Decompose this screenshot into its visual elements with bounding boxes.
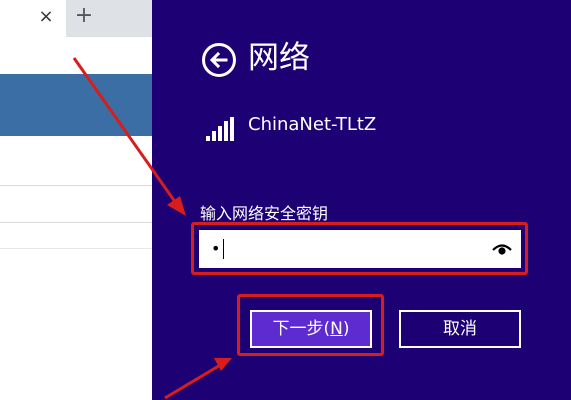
browser-window: × + bbox=[0, 0, 152, 400]
page-header-bar bbox=[0, 74, 152, 136]
tab-strip: × + bbox=[0, 0, 152, 37]
password-mask: • bbox=[211, 239, 221, 258]
cancel-button[interactable]: 取消 bbox=[399, 310, 521, 348]
text-caret bbox=[223, 239, 224, 259]
next-button[interactable]: 下一步(N) bbox=[250, 310, 372, 348]
security-key-label: 输入网络安全密钥 bbox=[200, 204, 329, 223]
next-button-mnemonic: N bbox=[330, 319, 343, 339]
divider bbox=[0, 248, 152, 249]
security-key-input[interactable]: • bbox=[199, 230, 521, 268]
browser-tab[interactable]: × bbox=[0, 0, 66, 37]
network-ssid: ChinaNet-TLtZ bbox=[248, 114, 377, 135]
divider bbox=[0, 222, 152, 223]
new-tab-icon[interactable]: + bbox=[73, 5, 95, 27]
wifi-signal-icon bbox=[206, 117, 236, 141]
page-title: 网络 bbox=[248, 40, 310, 76]
back-arrow-icon[interactable] bbox=[202, 43, 236, 77]
close-tab-icon[interactable]: × bbox=[36, 6, 56, 28]
divider bbox=[0, 185, 152, 186]
next-button-label: 下一步( bbox=[272, 319, 331, 339]
next-button-suffix: ) bbox=[342, 319, 350, 339]
eye-icon[interactable] bbox=[492, 241, 512, 257]
browser-toolbar bbox=[0, 37, 152, 75]
